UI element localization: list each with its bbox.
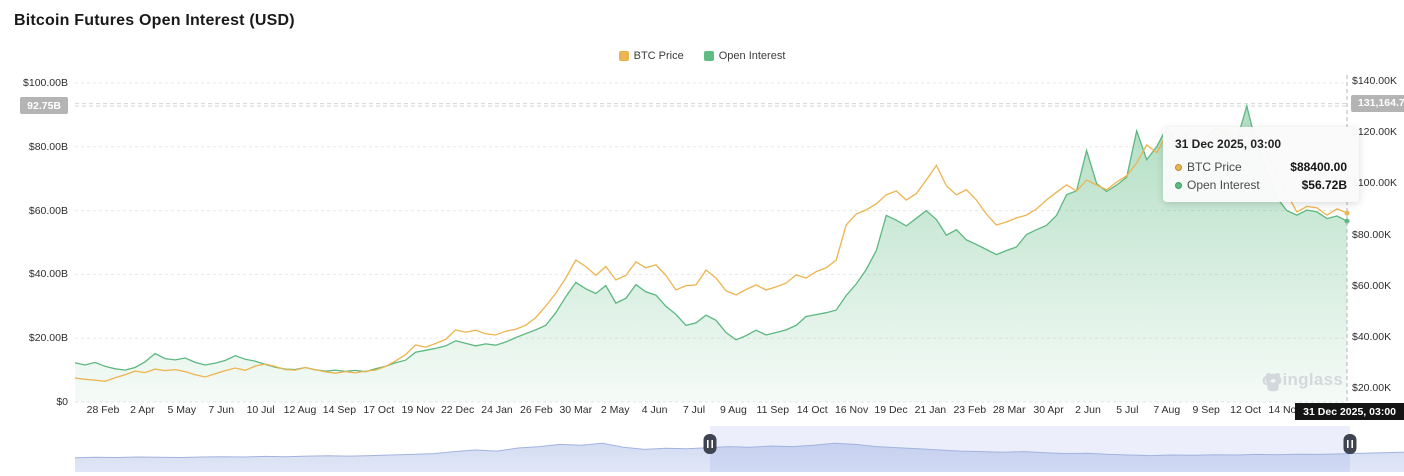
x-axis-tick-label: 5 Jul xyxy=(1116,404,1139,416)
left-axis-last-value-badge: 92.75B xyxy=(20,97,68,115)
navigator[interactable] xyxy=(74,426,1404,472)
x-axis-tick-label: 5 May xyxy=(167,404,197,416)
coinglass-watermark: coinglass xyxy=(1262,370,1343,392)
btc-price-dot-icon xyxy=(1175,163,1182,171)
x-axis-tick-label: 14 Oct xyxy=(796,404,828,416)
x-axis-tick-label: 11 Sep xyxy=(756,404,790,416)
x-axis-tick-label: 7 Jun xyxy=(208,404,235,416)
tooltip-label: BTC Price xyxy=(1187,160,1242,174)
navigator-selection[interactable] xyxy=(710,426,1350,472)
x-axis-tick-label: 26 Feb xyxy=(520,404,553,416)
x-axis-tick-label: 28 Feb xyxy=(86,404,120,416)
x-axis-tick-label: 30 Mar xyxy=(559,404,593,416)
navigator-left-handle[interactable] xyxy=(703,434,717,454)
x-axis-tick-label: 30 Apr xyxy=(1033,404,1064,416)
x-axis-tick-label: 21 Jan xyxy=(914,404,947,416)
coinglass-bear-icon xyxy=(1265,372,1281,392)
x-axis-tick-label: 4 Jun xyxy=(641,404,668,416)
tooltip-value: $88400.00 xyxy=(1290,160,1347,174)
y-axis-right-label: $140.00K xyxy=(1352,75,1397,87)
right-axis-last-value-badge: 131,164.74 xyxy=(1351,94,1404,112)
y-axis-right-label: $60.00K xyxy=(1352,279,1392,292)
x-axis-tick-label: 19 Dec xyxy=(874,404,908,416)
x-axis-tick-label: 28 Mar xyxy=(992,404,1026,416)
x-axis-tick-label: 12 Oct xyxy=(1230,404,1262,416)
crosshair-date-label: 31 Dec 2025, 03:00 xyxy=(1295,403,1404,420)
hover-tooltip: 31 Dec 2025, 03:00 BTC Price $88400.00 O… xyxy=(1163,127,1359,202)
x-axis-tick-label: 2 May xyxy=(600,404,630,416)
x-axis-tick-label: 16 Nov xyxy=(834,404,869,416)
x-axis-tick-label: 10 Jul xyxy=(246,404,275,416)
y-axis-left-label: $0 xyxy=(56,396,68,408)
x-axis-tick-label: 9 Aug xyxy=(719,404,747,416)
x-axis-tick-label: 9 Sep xyxy=(1192,404,1220,416)
y-axis-right-label: $80.00K xyxy=(1352,228,1392,241)
y-axis-right-label: $20.00K xyxy=(1352,382,1392,394)
tooltip-label: Open Interest xyxy=(1187,178,1260,192)
y-axis-right-label: $40.00K xyxy=(1352,330,1392,343)
tooltip-row-open-interest: Open Interest $56.72B xyxy=(1175,178,1347,192)
x-axis-tick-label: 14 Sep xyxy=(322,404,357,416)
y-axis-left-label: $60.00B xyxy=(28,204,68,217)
open-interest-dot-icon xyxy=(1175,181,1182,189)
x-axis-tick-label: 17 Oct xyxy=(363,404,395,416)
navigator-right-handle[interactable] xyxy=(1343,434,1357,454)
series-layer xyxy=(74,103,1350,402)
tooltip-timestamp: 31 Dec 2025, 03:00 xyxy=(1175,137,1282,151)
x-axis-tick-label: 19 Nov xyxy=(401,404,435,416)
chart-app: Bitcoin Futures Open Interest (USD) BTC … xyxy=(0,0,1404,476)
x-axis-tick-label: 7 Jul xyxy=(682,404,706,416)
x-axis-tick-label: 24 Jan xyxy=(481,404,513,416)
x-axis-tick-label: 2 Apr xyxy=(130,404,155,416)
x-axis-tick-label: 7 Aug xyxy=(1153,404,1181,416)
y-axis-left-label: $40.00B xyxy=(28,268,68,281)
tooltip-row-btc-price: BTC Price $88400.00 xyxy=(1175,160,1347,174)
x-axis-tick-label: 2 Jun xyxy=(1075,404,1101,416)
x-axis-tick-label: 22 Dec xyxy=(440,404,475,416)
tooltip-value: $56.72B xyxy=(1301,178,1347,192)
x-axis-tick-label: 12 Aug xyxy=(283,404,317,416)
y-axis-left-label: $80.00B xyxy=(28,140,68,153)
y-axis-left-label: $100.00B xyxy=(23,77,68,89)
x-axis-tick-label: 23 Feb xyxy=(953,404,987,416)
y-axis-left-label: $20.00B xyxy=(28,332,68,345)
